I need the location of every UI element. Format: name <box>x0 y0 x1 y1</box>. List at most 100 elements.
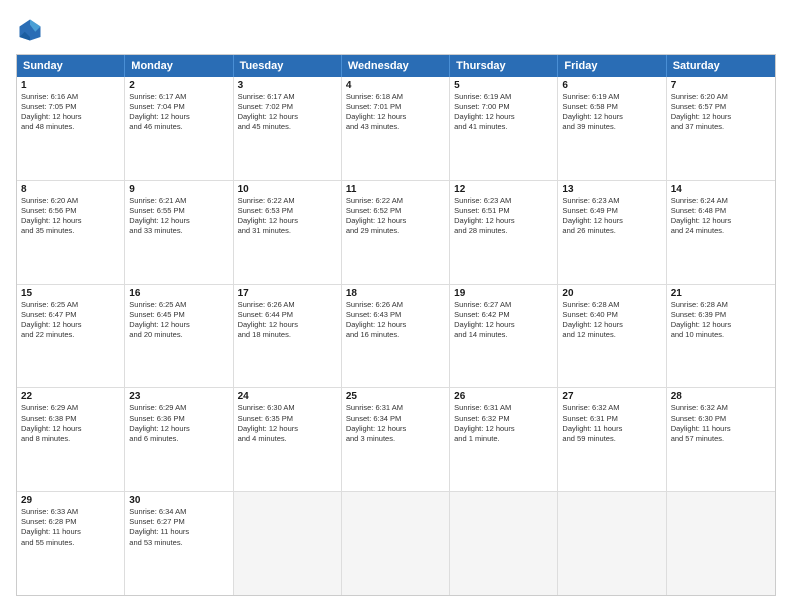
empty-cell <box>450 492 558 595</box>
day-number: 24 <box>238 391 337 402</box>
calendar: SundayMondayTuesdayWednesdayThursdayFrid… <box>16 54 776 596</box>
day-number: 16 <box>129 288 228 299</box>
day-info: Sunrise: 6:17 AMSunset: 7:02 PMDaylight:… <box>238 92 337 133</box>
day-number: 13 <box>562 184 661 195</box>
day-info: Sunrise: 6:20 AMSunset: 6:56 PMDaylight:… <box>21 196 120 237</box>
day-info: Sunrise: 6:29 AMSunset: 6:38 PMDaylight:… <box>21 403 120 444</box>
header-day-saturday: Saturday <box>667 55 775 77</box>
calendar-row-3: 15Sunrise: 6:25 AMSunset: 6:47 PMDayligh… <box>17 285 775 389</box>
header-day-monday: Monday <box>125 55 233 77</box>
header-day-sunday: Sunday <box>17 55 125 77</box>
day-cell-26: 26Sunrise: 6:31 AMSunset: 6:32 PMDayligh… <box>450 388 558 491</box>
day-cell-18: 18Sunrise: 6:26 AMSunset: 6:43 PMDayligh… <box>342 285 450 388</box>
day-info: Sunrise: 6:28 AMSunset: 6:40 PMDaylight:… <box>562 300 661 341</box>
day-info: Sunrise: 6:23 AMSunset: 6:49 PMDaylight:… <box>562 196 661 237</box>
calendar-row-1: 1Sunrise: 6:16 AMSunset: 7:05 PMDaylight… <box>17 77 775 181</box>
day-number: 23 <box>129 391 228 402</box>
page: SundayMondayTuesdayWednesdayThursdayFrid… <box>0 0 792 612</box>
day-info: Sunrise: 6:19 AMSunset: 7:00 PMDaylight:… <box>454 92 553 133</box>
day-cell-12: 12Sunrise: 6:23 AMSunset: 6:51 PMDayligh… <box>450 181 558 284</box>
day-info: Sunrise: 6:27 AMSunset: 6:42 PMDaylight:… <box>454 300 553 341</box>
day-number: 6 <box>562 80 661 91</box>
day-cell-17: 17Sunrise: 6:26 AMSunset: 6:44 PMDayligh… <box>234 285 342 388</box>
day-number: 7 <box>671 80 771 91</box>
day-info: Sunrise: 6:22 AMSunset: 6:52 PMDaylight:… <box>346 196 445 237</box>
day-info: Sunrise: 6:34 AMSunset: 6:27 PMDaylight:… <box>129 507 228 548</box>
day-number: 10 <box>238 184 337 195</box>
day-number: 18 <box>346 288 445 299</box>
day-cell-27: 27Sunrise: 6:32 AMSunset: 6:31 PMDayligh… <box>558 388 666 491</box>
day-info: Sunrise: 6:20 AMSunset: 6:57 PMDaylight:… <box>671 92 771 133</box>
day-info: Sunrise: 6:19 AMSunset: 6:58 PMDaylight:… <box>562 92 661 133</box>
day-info: Sunrise: 6:31 AMSunset: 6:34 PMDaylight:… <box>346 403 445 444</box>
day-info: Sunrise: 6:23 AMSunset: 6:51 PMDaylight:… <box>454 196 553 237</box>
day-number: 1 <box>21 80 120 91</box>
day-cell-25: 25Sunrise: 6:31 AMSunset: 6:34 PMDayligh… <box>342 388 450 491</box>
day-number: 28 <box>671 391 771 402</box>
day-info: Sunrise: 6:17 AMSunset: 7:04 PMDaylight:… <box>129 92 228 133</box>
day-info: Sunrise: 6:32 AMSunset: 6:30 PMDaylight:… <box>671 403 771 444</box>
empty-cell <box>342 492 450 595</box>
logo <box>16 16 48 44</box>
day-cell-19: 19Sunrise: 6:27 AMSunset: 6:42 PMDayligh… <box>450 285 558 388</box>
day-number: 3 <box>238 80 337 91</box>
day-cell-15: 15Sunrise: 6:25 AMSunset: 6:47 PMDayligh… <box>17 285 125 388</box>
day-cell-10: 10Sunrise: 6:22 AMSunset: 6:53 PMDayligh… <box>234 181 342 284</box>
day-info: Sunrise: 6:24 AMSunset: 6:48 PMDaylight:… <box>671 196 771 237</box>
day-info: Sunrise: 6:31 AMSunset: 6:32 PMDaylight:… <box>454 403 553 444</box>
day-info: Sunrise: 6:33 AMSunset: 6:28 PMDaylight:… <box>21 507 120 548</box>
day-number: 8 <box>21 184 120 195</box>
empty-cell <box>234 492 342 595</box>
day-cell-9: 9Sunrise: 6:21 AMSunset: 6:55 PMDaylight… <box>125 181 233 284</box>
day-number: 26 <box>454 391 553 402</box>
day-number: 9 <box>129 184 228 195</box>
day-cell-28: 28Sunrise: 6:32 AMSunset: 6:30 PMDayligh… <box>667 388 775 491</box>
header-day-wednesday: Wednesday <box>342 55 450 77</box>
day-info: Sunrise: 6:26 AMSunset: 6:44 PMDaylight:… <box>238 300 337 341</box>
empty-cell <box>667 492 775 595</box>
day-number: 25 <box>346 391 445 402</box>
day-cell-30: 30Sunrise: 6:34 AMSunset: 6:27 PMDayligh… <box>125 492 233 595</box>
header-day-thursday: Thursday <box>450 55 558 77</box>
day-number: 22 <box>21 391 120 402</box>
day-info: Sunrise: 6:32 AMSunset: 6:31 PMDaylight:… <box>562 403 661 444</box>
day-info: Sunrise: 6:22 AMSunset: 6:53 PMDaylight:… <box>238 196 337 237</box>
day-cell-21: 21Sunrise: 6:28 AMSunset: 6:39 PMDayligh… <box>667 285 775 388</box>
day-cell-16: 16Sunrise: 6:25 AMSunset: 6:45 PMDayligh… <box>125 285 233 388</box>
day-info: Sunrise: 6:25 AMSunset: 6:47 PMDaylight:… <box>21 300 120 341</box>
day-info: Sunrise: 6:25 AMSunset: 6:45 PMDaylight:… <box>129 300 228 341</box>
day-number: 2 <box>129 80 228 91</box>
day-cell-5: 5Sunrise: 6:19 AMSunset: 7:00 PMDaylight… <box>450 77 558 180</box>
day-cell-23: 23Sunrise: 6:29 AMSunset: 6:36 PMDayligh… <box>125 388 233 491</box>
day-number: 5 <box>454 80 553 91</box>
day-number: 17 <box>238 288 337 299</box>
day-cell-20: 20Sunrise: 6:28 AMSunset: 6:40 PMDayligh… <box>558 285 666 388</box>
day-number: 20 <box>562 288 661 299</box>
day-cell-11: 11Sunrise: 6:22 AMSunset: 6:52 PMDayligh… <box>342 181 450 284</box>
header <box>16 16 776 44</box>
day-cell-8: 8Sunrise: 6:20 AMSunset: 6:56 PMDaylight… <box>17 181 125 284</box>
day-info: Sunrise: 6:29 AMSunset: 6:36 PMDaylight:… <box>129 403 228 444</box>
day-number: 19 <box>454 288 553 299</box>
day-cell-22: 22Sunrise: 6:29 AMSunset: 6:38 PMDayligh… <box>17 388 125 491</box>
day-cell-14: 14Sunrise: 6:24 AMSunset: 6:48 PMDayligh… <box>667 181 775 284</box>
logo-icon <box>16 16 44 44</box>
day-info: Sunrise: 6:21 AMSunset: 6:55 PMDaylight:… <box>129 196 228 237</box>
day-number: 4 <box>346 80 445 91</box>
calendar-row-2: 8Sunrise: 6:20 AMSunset: 6:56 PMDaylight… <box>17 181 775 285</box>
day-cell-3: 3Sunrise: 6:17 AMSunset: 7:02 PMDaylight… <box>234 77 342 180</box>
day-info: Sunrise: 6:30 AMSunset: 6:35 PMDaylight:… <box>238 403 337 444</box>
day-cell-2: 2Sunrise: 6:17 AMSunset: 7:04 PMDaylight… <box>125 77 233 180</box>
day-number: 27 <box>562 391 661 402</box>
day-cell-29: 29Sunrise: 6:33 AMSunset: 6:28 PMDayligh… <box>17 492 125 595</box>
day-cell-4: 4Sunrise: 6:18 AMSunset: 7:01 PMDaylight… <box>342 77 450 180</box>
day-info: Sunrise: 6:16 AMSunset: 7:05 PMDaylight:… <box>21 92 120 133</box>
day-number: 14 <box>671 184 771 195</box>
day-info: Sunrise: 6:28 AMSunset: 6:39 PMDaylight:… <box>671 300 771 341</box>
calendar-header: SundayMondayTuesdayWednesdayThursdayFrid… <box>17 55 775 77</box>
day-cell-24: 24Sunrise: 6:30 AMSunset: 6:35 PMDayligh… <box>234 388 342 491</box>
day-cell-13: 13Sunrise: 6:23 AMSunset: 6:49 PMDayligh… <box>558 181 666 284</box>
day-number: 30 <box>129 495 228 506</box>
day-info: Sunrise: 6:26 AMSunset: 6:43 PMDaylight:… <box>346 300 445 341</box>
day-number: 12 <box>454 184 553 195</box>
